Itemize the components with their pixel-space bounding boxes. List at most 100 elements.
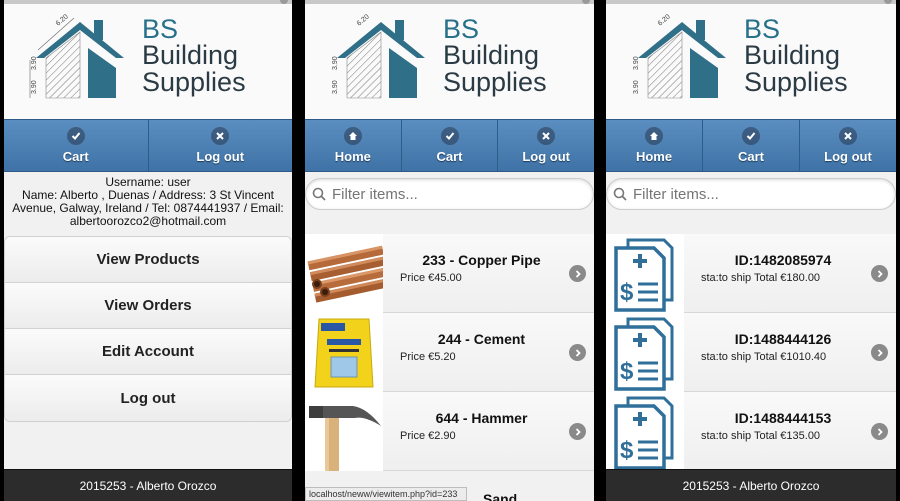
svg-text:$: $ bbox=[620, 279, 634, 306]
svg-text:3.90: 3.90 bbox=[31, 80, 38, 94]
nav-logout-button[interactable]: Log out bbox=[149, 120, 293, 171]
account-menu: View Products View Orders Edit Account L… bbox=[4, 236, 292, 422]
nav-bar: Cart Log out bbox=[4, 119, 292, 172]
chevron-right-icon bbox=[871, 423, 888, 440]
view-orders-button[interactable]: View Orders bbox=[5, 283, 291, 329]
filter-input[interactable] bbox=[332, 185, 562, 203]
product-title: 644 - Hammer bbox=[435, 410, 528, 426]
brand-line-1: BS bbox=[443, 14, 480, 44]
list-item[interactable]: 244 - Cement Price €5.20 bbox=[305, 313, 594, 392]
svg-text:$: $ bbox=[620, 358, 634, 385]
product-title: 233 - Copper Pipe bbox=[422, 252, 541, 268]
nav-label: Home bbox=[334, 149, 371, 164]
product-image-cement-bag bbox=[305, 313, 383, 392]
nav-logout-button[interactable]: Log out bbox=[800, 120, 896, 171]
svg-text:6.20: 6.20 bbox=[55, 13, 70, 27]
order-id: ID:1488444153 bbox=[734, 410, 832, 426]
svg-text:3.90: 3.90 bbox=[332, 56, 339, 70]
order-list: $ ID:1482085974 sta:to ship Total €180.0… bbox=[606, 234, 896, 471]
nav-cart-button[interactable]: Cart bbox=[4, 120, 149, 171]
svg-text:$: $ bbox=[620, 437, 634, 464]
order-id: ID:1482085974 bbox=[734, 252, 832, 268]
close-icon bbox=[537, 127, 556, 145]
edit-account-button[interactable]: Edit Account bbox=[5, 329, 291, 375]
footer: 2015253 - Alberto Orozco bbox=[606, 469, 896, 501]
screen-account: 6.20 3.90 3.90 BS Building Supplies Cart… bbox=[4, 0, 292, 501]
brand-name: BS Building Supplies bbox=[142, 16, 246, 96]
svg-text:6.20: 6.20 bbox=[657, 13, 672, 27]
dimension-labels: 6.20 3.90 3.90 bbox=[332, 13, 371, 94]
product-price: Price €5.20 bbox=[400, 351, 456, 363]
chevron-right-icon bbox=[569, 265, 586, 282]
invoice-icon: $ bbox=[606, 313, 684, 392]
filter-box bbox=[606, 178, 896, 210]
list-item[interactable]: $ ID:1482085974 sta:to ship Total €180.0… bbox=[606, 234, 896, 313]
check-icon bbox=[440, 127, 459, 145]
nav-label: Cart bbox=[737, 149, 764, 164]
brand-header: 6.20 3.90 3.90 BS Building Supplies bbox=[4, 4, 292, 119]
svg-text:6.20: 6.20 bbox=[356, 13, 371, 27]
list-item[interactable]: $ ID:1488444126 sta:to ship Total €1010.… bbox=[606, 313, 896, 392]
product-image-hammer bbox=[305, 392, 383, 471]
home-icon bbox=[343, 127, 362, 145]
invoice-icon: $ bbox=[606, 234, 684, 313]
brand-line-3: Supplies bbox=[443, 67, 547, 97]
order-status: sta:to ship Total €1010.40 bbox=[701, 351, 827, 363]
nav-home-button[interactable]: Home bbox=[305, 120, 402, 171]
product-list: 233 - Copper Pipe Price €45.00 244 - Cem… bbox=[305, 234, 594, 471]
status-url: localhost/neww/viewitem.php?id=233 bbox=[305, 487, 467, 501]
chevron-right-icon bbox=[569, 423, 586, 440]
svg-text:3.90: 3.90 bbox=[633, 56, 640, 70]
nav-cart-button[interactable]: Cart bbox=[402, 120, 499, 171]
list-item[interactable]: 233 - Copper Pipe Price €45.00 bbox=[305, 234, 594, 313]
user-details-text: Name: Alberto , Duenas / Address: 3 St V… bbox=[12, 188, 284, 228]
nav-cart-button[interactable]: Cart bbox=[703, 120, 800, 171]
nav-bar: Home Cart Log out bbox=[305, 119, 594, 172]
order-status: sta:to ship Total €135.00 bbox=[701, 430, 821, 442]
partial-product-title[interactable]: Sand bbox=[483, 491, 517, 501]
screen-orders: 6.20 3.90 3.90 BS Building Supplies Home… bbox=[606, 0, 896, 501]
nav-label: Cart bbox=[62, 149, 89, 164]
screen-products: 6.20 3.90 3.90 BS Building Supplies Home… bbox=[305, 0, 594, 501]
filter-input[interactable] bbox=[633, 185, 863, 203]
invoice-icon: $ bbox=[606, 392, 684, 471]
chevron-right-icon bbox=[871, 265, 888, 282]
close-icon bbox=[211, 127, 230, 145]
chevron-right-icon bbox=[871, 344, 888, 361]
svg-text:3.90: 3.90 bbox=[332, 80, 339, 94]
brand-header: 6.20 3.90 3.90 BS Building Supplies bbox=[305, 4, 594, 119]
nav-label: Log out bbox=[824, 149, 872, 164]
nav-home-button[interactable]: Home bbox=[606, 120, 703, 171]
nav-label: Log out bbox=[196, 149, 245, 164]
user-info: Username: user Name: Alberto , Duenas / … bbox=[4, 176, 292, 228]
footer: 2015253 - Alberto Orozco bbox=[4, 469, 292, 501]
brand-line-1: BS bbox=[142, 14, 179, 44]
search-icon bbox=[312, 187, 326, 201]
home-icon bbox=[645, 127, 663, 145]
product-price: Price €45.00 bbox=[400, 272, 462, 284]
check-icon bbox=[742, 127, 760, 145]
filter-box bbox=[305, 178, 594, 210]
order-status: sta:to ship Total €180.00 bbox=[701, 272, 821, 284]
dimension-labels: 6.20 3.90 3.90 bbox=[31, 13, 70, 94]
search-icon bbox=[613, 187, 627, 201]
svg-text:3.90: 3.90 bbox=[31, 56, 38, 70]
logout-menu-button[interactable]: Log out bbox=[5, 375, 291, 421]
product-title: 244 - Cement bbox=[437, 331, 526, 347]
svg-text:3.90: 3.90 bbox=[633, 80, 640, 94]
order-id: ID:1488444126 bbox=[734, 331, 832, 347]
brand-line-2: Building bbox=[142, 40, 239, 70]
list-item[interactable]: $ ID:1488444153 sta:to ship Total €135.0… bbox=[606, 392, 896, 471]
nav-bar: Home Cart Log out bbox=[606, 119, 896, 172]
brand-line-3: Supplies bbox=[744, 67, 848, 97]
brand-line-3: Supplies bbox=[142, 67, 246, 97]
view-products-button[interactable]: View Products bbox=[5, 237, 291, 283]
nav-logout-button[interactable]: Log out bbox=[498, 120, 594, 171]
nav-label: Cart bbox=[436, 149, 463, 164]
nav-label: Home bbox=[635, 149, 673, 164]
brand-name: BS Building Supplies bbox=[443, 16, 547, 96]
list-item[interactable]: 644 - Hammer Price €2.90 bbox=[305, 392, 594, 471]
product-price: Price €2.90 bbox=[400, 430, 456, 442]
check-icon bbox=[66, 127, 85, 145]
brand-line-1: BS bbox=[744, 14, 781, 44]
